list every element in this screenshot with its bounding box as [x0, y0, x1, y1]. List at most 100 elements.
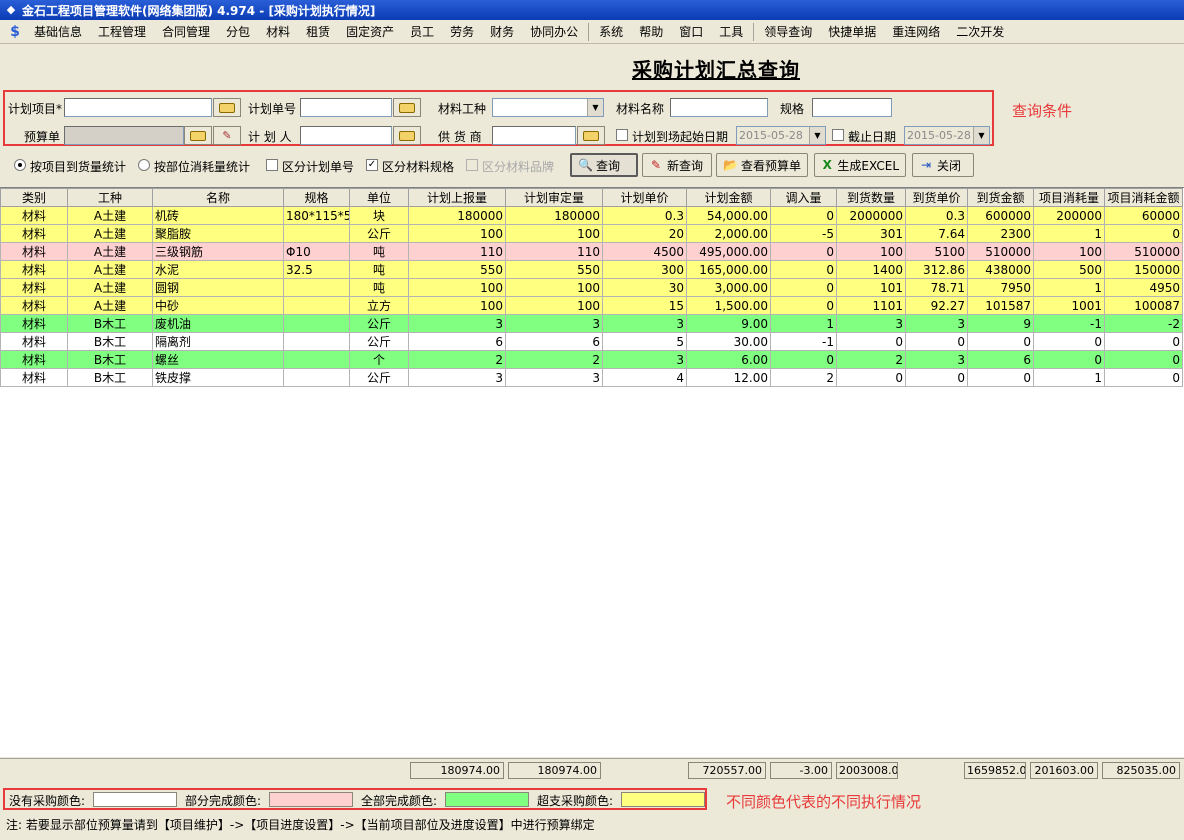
table-row[interactable]: 材料A土建机砖180*115*53块1800001800000.354,000.…	[0, 206, 1183, 225]
table-cell: 101587	[967, 296, 1034, 315]
menu-leader-query[interactable]: 领导查询	[756, 21, 820, 43]
brand-checkbox[interactable]	[466, 159, 478, 171]
column-header[interactable]: 项目消耗量	[1033, 188, 1105, 207]
spec-checkbox[interactable]: ✓	[366, 159, 378, 171]
menu-separator	[753, 22, 755, 41]
table-cell: 9	[967, 314, 1034, 333]
menu-help[interactable]: 帮助	[631, 21, 671, 43]
table-row[interactable]: 材料 A土建 水泥 32.5 吨 550 550 300 165,000.00 0 1400 312.…	[0, 260, 1183, 279]
radio-by-project[interactable]	[14, 159, 26, 171]
column-header[interactable]: 计划审定量	[505, 188, 603, 207]
supplier-input[interactable]	[492, 126, 576, 145]
table-cell: 4	[602, 368, 687, 387]
column-header[interactable]: 类别	[0, 188, 68, 207]
purchase-plan-table: 类别 工种 名称 规格 单位 计划上报量 计划审定量 计划单价 计划金额 调入量 到货数量 到货单价到…	[0, 188, 1183, 387]
table-cell: 吨	[349, 278, 409, 297]
table-cell: 3	[408, 368, 506, 387]
arrival-start-checkbox[interactable]	[616, 129, 628, 141]
column-header[interactable]: 工种	[67, 188, 153, 207]
query-button[interactable]: 🔍 查询	[570, 153, 638, 177]
plan-project-input[interactable]	[64, 98, 212, 117]
menu-contract-mgmt[interactable]: 合同管理	[154, 21, 218, 43]
close-button[interactable]: ⇥ 关闭	[912, 153, 974, 177]
table-cell: B木工	[67, 332, 153, 351]
menu-system[interactable]: 系统	[591, 21, 631, 43]
arrival-start-date[interactable]: 2015-05-28 ▼	[736, 126, 826, 145]
menu-labor[interactable]: 劳务	[442, 21, 482, 43]
menu-staff[interactable]: 员工	[402, 21, 442, 43]
table-row[interactable]: 材料 A土建 圆钢吨 100 100 30 3,000.00 0 101 78.71 7950 1 49…	[0, 278, 1183, 297]
column-header[interactable]: 计划单价	[602, 188, 687, 207]
table-cell: 0	[1104, 350, 1183, 369]
table-cell: 510000	[1104, 242, 1183, 261]
end-date[interactable]: 2015-05-28 ▼	[904, 126, 990, 145]
menu-window[interactable]: 窗口	[671, 21, 711, 43]
column-header[interactable]: 规格	[283, 188, 350, 207]
table-cell: 78.71	[905, 278, 968, 297]
menu-finance[interactable]: 财务	[482, 21, 522, 43]
table-cell: 100	[505, 278, 603, 297]
column-header[interactable]: 计划上报量	[408, 188, 506, 207]
table-row[interactable]: 材料 A土建 三级钢筋 Φ10 吨 110 110 4500 495,000.00 0 100 510…	[0, 242, 1183, 261]
planner-input[interactable]	[300, 126, 392, 145]
table-cell: 公斤	[349, 224, 409, 243]
table-cell: 3	[905, 350, 968, 369]
menu-tools[interactable]: 工具	[711, 21, 751, 43]
plan-no-checkbox[interactable]	[266, 159, 278, 171]
table-cell: 6	[505, 332, 603, 351]
plan-no-pick-button[interactable]	[393, 98, 421, 117]
table-row[interactable]: 材料 B木工 隔离剂 公斤 6 6 5 30.00 -1 0 0 0 0 0	[0, 332, 1183, 351]
table-cell	[283, 278, 350, 297]
table-cell: 材料	[0, 350, 68, 369]
menu-material[interactable]: 材料	[258, 21, 298, 43]
menu-office[interactable]: 协同办公	[522, 21, 586, 43]
material-name-input[interactable]	[670, 98, 768, 117]
column-header[interactable]: 调入量	[770, 188, 837, 207]
table-cell: 3	[905, 314, 968, 333]
menu-reconnect[interactable]: 重连网络	[884, 21, 948, 43]
column-header[interactable]: 到货数量	[836, 188, 906, 207]
menu-quick-docs[interactable]: 快捷单据	[820, 21, 884, 43]
table-cell: 101	[836, 278, 906, 297]
clear-brush-button[interactable]: ✎	[213, 126, 241, 145]
column-header[interactable]: 到货单价	[905, 188, 968, 207]
table-row[interactable]: 材料 B木工 铁皮撑 公斤 3 3 4 12.00 2 0 0 0 1 0	[0, 368, 1183, 387]
spec-input[interactable]	[812, 98, 892, 117]
column-header[interactable]: 单位	[349, 188, 409, 207]
generate-excel-button[interactable]: X 生成EXCEL	[814, 153, 906, 177]
menu-lease[interactable]: 租赁	[298, 21, 338, 43]
table-row[interactable]: 材料 A土建 中砂 立方 100 100 15 1,500.00 0 1101 92.27 10158…	[0, 296, 1183, 315]
chevron-down-icon: ▼	[973, 127, 989, 144]
view-budget-button[interactable]: 📂 查看预算单	[716, 153, 808, 177]
table-row[interactable]: 材料 A土建 聚脂胺 公斤 100 100 20 2,000.00 -5 301 7.64 2300 1…	[0, 224, 1183, 243]
column-header[interactable]: 名称	[152, 188, 284, 207]
table-cell: A土建	[67, 296, 153, 315]
table-cell: 圆钢	[152, 278, 284, 297]
new-query-button[interactable]: ✎ 新查询	[642, 153, 712, 177]
budget-pick-button[interactable]	[184, 126, 212, 145]
plan-no-input[interactable]	[300, 98, 392, 117]
table-cell: 聚脂胺	[152, 224, 284, 243]
menu-basic-info[interactable]: 基础信息	[26, 21, 90, 43]
table-cell: 550	[505, 260, 603, 279]
supplier-pick-button[interactable]	[577, 126, 605, 145]
radio-by-part[interactable]	[138, 159, 150, 171]
table-cell: 510000	[967, 242, 1034, 261]
menu-subcontract[interactable]: 分包	[218, 21, 258, 43]
window-title: 金石工程项目管理软件(网络集团版) 4.974 - [采购计划执行情况]	[22, 3, 376, 18]
column-header[interactable]: 计划金额	[686, 188, 771, 207]
material-type-select[interactable]: ▼	[492, 98, 604, 117]
menu-fixed-assets[interactable]: 固定资产	[338, 21, 402, 43]
end-date-checkbox[interactable]	[832, 129, 844, 141]
column-header[interactable]: 项目消耗金额	[1104, 188, 1183, 207]
table-cell: 4500	[602, 242, 687, 261]
plan-project-pick-button[interactable]	[213, 98, 241, 117]
column-header[interactable]: 到货金额	[967, 188, 1034, 207]
planner-pick-button[interactable]	[393, 126, 421, 145]
table-row[interactable]: 材料 B木工 螺丝个 2 2 3 6.00 0 2 3 6 0 0	[0, 350, 1183, 369]
table-row[interactable]: 材料 B木工 废机油 公斤 3 3 3 9.00 1 3 3 9 -1 -2	[0, 314, 1183, 333]
total-project-consume-amount: 825035.00	[1102, 762, 1180, 779]
menu-project-mgmt[interactable]: 工程管理	[90, 21, 154, 43]
menu-dev[interactable]: 二次开发	[948, 21, 1012, 43]
budget-input[interactable]	[64, 126, 184, 145]
